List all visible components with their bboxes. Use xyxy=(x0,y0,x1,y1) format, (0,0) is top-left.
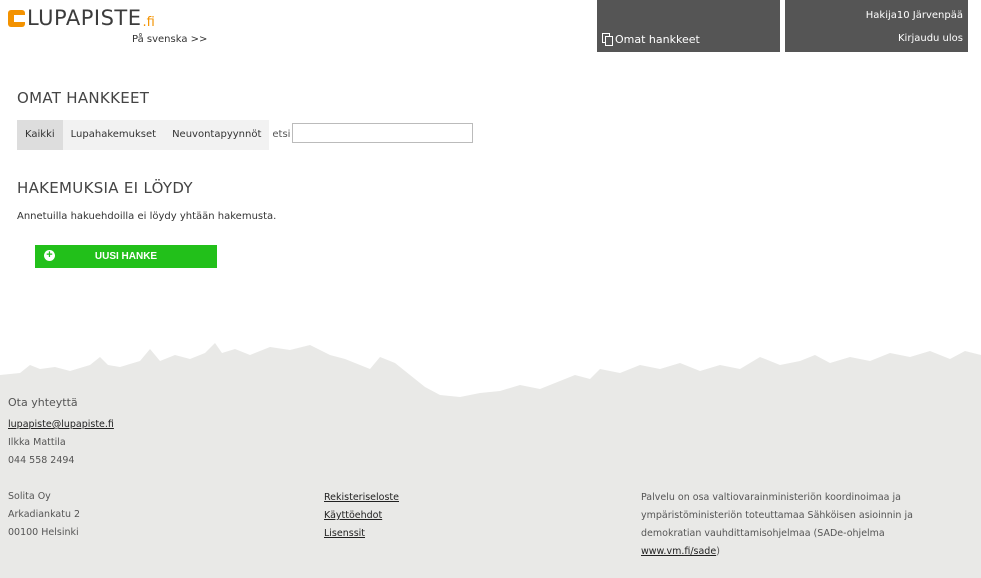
contact-name: Ilkka Mattila xyxy=(8,437,66,448)
about-text-close: ) xyxy=(716,546,720,557)
new-project-button[interactable]: + UUSI HANKE xyxy=(35,245,217,268)
privacy-policy-link[interactable]: Rekisteriseloste xyxy=(324,492,399,503)
search-input[interactable] xyxy=(292,123,474,143)
logo-text: LUPAPISTE xyxy=(27,5,142,30)
nav-my-projects[interactable]: Omat hankkeet xyxy=(602,33,700,46)
nav-my-projects-label: Omat hankkeet xyxy=(615,33,700,46)
company-name: Solita Oy xyxy=(8,491,51,502)
about-text-line-2: ympäristöministeriön toteuttamaa Sähköis… xyxy=(641,510,913,521)
user-name[interactable]: Hakija10 Järvenpää xyxy=(866,10,963,21)
company-city: 00100 Helsinki xyxy=(8,527,79,538)
company-street: Arkadiankatu 2 xyxy=(8,509,81,520)
terms-of-use-link[interactable]: Käyttöehdot xyxy=(324,510,382,521)
contact-title: Ota yhteyttä xyxy=(8,396,78,409)
documents-icon xyxy=(602,33,613,46)
logo-suffix: .fi xyxy=(142,15,155,30)
tab-all[interactable]: Kaikki xyxy=(17,120,63,150)
empty-results-text: Annetuilla hakuehdoilla ei löydy yhtään … xyxy=(17,211,277,222)
contact-phone: 044 558 2494 xyxy=(8,455,75,466)
sade-program-link[interactable]: www.vm.fi/sade xyxy=(641,546,716,557)
logout-link[interactable]: Kirjaudu ulos xyxy=(898,33,963,44)
new-project-label: UUSI HANKE xyxy=(94,251,158,262)
licenses-link[interactable]: Lisenssit xyxy=(324,528,365,539)
page-title: OMAT HANKKEET xyxy=(17,89,150,107)
filter-tabs: Kaikki Lupahakemukset Neuvontapyynnöt et… xyxy=(17,120,474,150)
about-text-line-1: Palvelu on osa valtiovarainministeriön k… xyxy=(641,492,901,503)
nav-my-projects-button[interactable]: Omat hankkeet xyxy=(597,0,780,52)
search-label: etsi xyxy=(272,129,291,140)
contact-email-link[interactable]: lupapiste@lupapiste.fi xyxy=(8,419,114,430)
city-skyline-illustration xyxy=(0,335,981,415)
empty-results-title: HAKEMUKSIA EI LÖYDY xyxy=(17,179,193,197)
logo-mark-icon xyxy=(8,9,25,27)
tab-permit-applications[interactable]: Lupahakemukset xyxy=(62,120,165,150)
language-switch-link[interactable]: På svenska >> xyxy=(132,34,207,45)
tab-inquiries[interactable]: Neuvontapyynnöt xyxy=(164,120,270,150)
footer: Ota yhteyttä lupapiste@lupapiste.fi Ilkk… xyxy=(0,335,981,578)
user-menu: Hakija10 Järvenpää Kirjaudu ulos xyxy=(785,0,968,52)
logo[interactable]: LUPAPISTE .fi xyxy=(8,6,155,30)
about-text-line-3: demokratian vauhdittamisohjelmaa (SADe-o… xyxy=(641,528,885,539)
about-text-line-4: www.vm.fi/sade) xyxy=(641,546,720,557)
